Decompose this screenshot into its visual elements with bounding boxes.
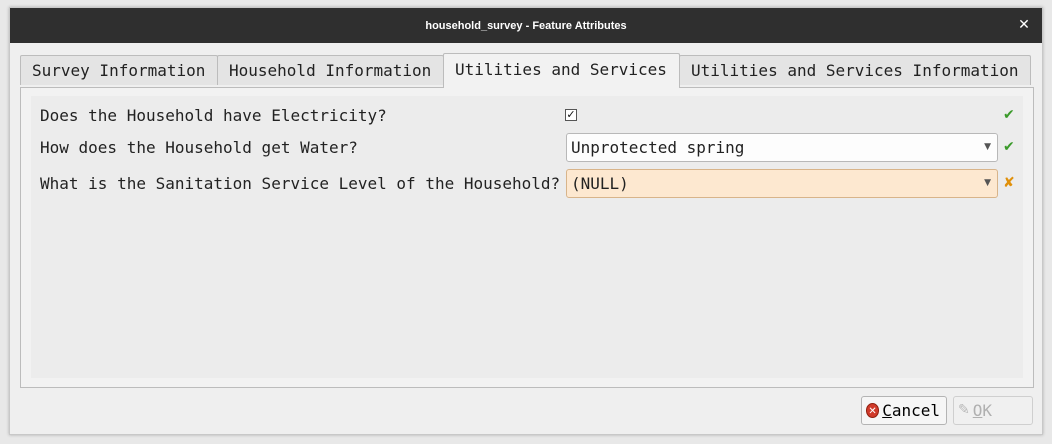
cancel-icon: ✕	[866, 403, 880, 418]
ok-button[interactable]: ✎ OK	[953, 396, 1033, 425]
tab-utilities-and-services-information[interactable]: Utilities and Services Information	[679, 55, 1031, 85]
electricity-label: Does the Household have Electricity?	[40, 106, 387, 125]
water-source-value: Unprotected spring	[571, 138, 745, 157]
tab-panel: Does the Household have Electricity? ✓ ✔…	[20, 87, 1034, 388]
sanitation-label: What is the Sanitation Service Level of …	[40, 174, 561, 193]
chevron-down-icon: ▼	[984, 178, 991, 188]
electricity-checkbox[interactable]: ✓	[565, 109, 577, 121]
cancel-mnemonic: C	[882, 401, 892, 420]
sanitation-level-select[interactable]: (NULL) ▼	[566, 169, 998, 198]
form-area: Does the Household have Electricity? ✓ ✔…	[31, 96, 1023, 378]
title-bar: household_survey - Feature Attributes ✕	[10, 8, 1042, 43]
tab-household-information[interactable]: Household Information	[217, 55, 444, 85]
close-icon[interactable]: ✕	[1016, 17, 1032, 33]
sanitation-invalid-icon: ✘	[1003, 175, 1015, 191]
cancel-label: ancel	[891, 401, 940, 420]
ok-icon: ✎	[958, 402, 970, 418]
feature-attributes-dialog: household_survey - Feature Attributes ✕ …	[9, 7, 1043, 435]
checkmark-icon: ✓	[566, 108, 576, 121]
ok-mnemonic: O	[972, 401, 983, 420]
chevron-down-icon: ▼	[984, 142, 991, 152]
water-valid-icon: ✔	[1003, 139, 1015, 155]
window-title: household_survey - Feature Attributes	[425, 19, 627, 32]
water-label: How does the Household get Water?	[40, 138, 358, 157]
water-source-select[interactable]: Unprotected spring ▼	[566, 133, 998, 162]
tab-survey-information[interactable]: Survey Information	[20, 55, 218, 85]
electricity-valid-icon: ✔	[1003, 107, 1015, 123]
cancel-button[interactable]: ✕ Cancel	[861, 396, 947, 425]
tab-utilities-and-services[interactable]: Utilities and Services	[443, 53, 680, 88]
ok-label: K	[982, 401, 993, 420]
sanitation-level-value: (NULL)	[571, 174, 629, 193]
